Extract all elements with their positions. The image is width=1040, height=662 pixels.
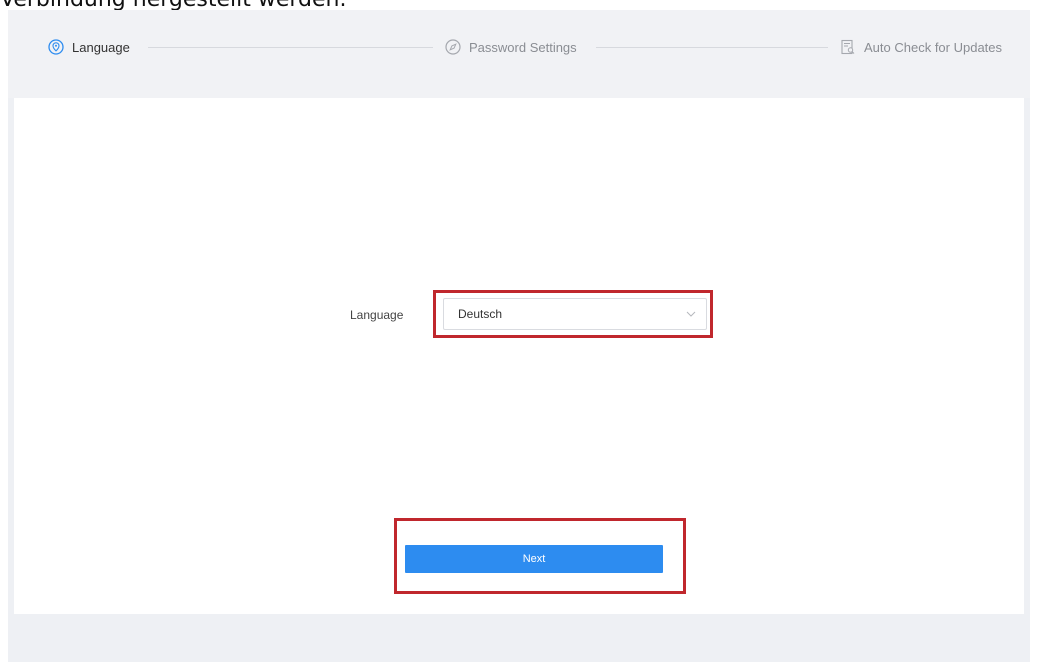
footer-bar	[8, 614, 1030, 662]
language-panel: Language Deutsch Next	[14, 98, 1024, 614]
next-button[interactable]: Next	[405, 545, 663, 573]
compass-icon	[445, 39, 461, 55]
step-auto-check-updates: Auto Check for Updates	[840, 36, 1002, 58]
chevron-down-icon	[686, 311, 696, 317]
location-pin-icon	[48, 39, 64, 55]
language-field-label: Language	[350, 308, 404, 322]
step-language-label: Language	[72, 39, 130, 55]
language-select[interactable]: Deutsch	[443, 298, 707, 330]
caption-text: Verbindung hergestellt werden.	[0, 0, 346, 10]
document-search-icon	[840, 39, 856, 55]
step-connector	[596, 47, 828, 48]
wizard-stepper: Language Password Settings Auto Check fo…	[8, 10, 1030, 98]
step-password-settings: Password Settings	[445, 36, 577, 58]
language-select-value: Deutsch	[458, 307, 503, 321]
step-updates-label: Auto Check for Updates	[864, 39, 1003, 55]
step-connector	[148, 47, 433, 48]
setup-wizard: Language Password Settings Auto Check fo…	[8, 10, 1030, 662]
step-language: Language	[48, 36, 130, 58]
step-password-label: Password Settings	[469, 39, 577, 55]
